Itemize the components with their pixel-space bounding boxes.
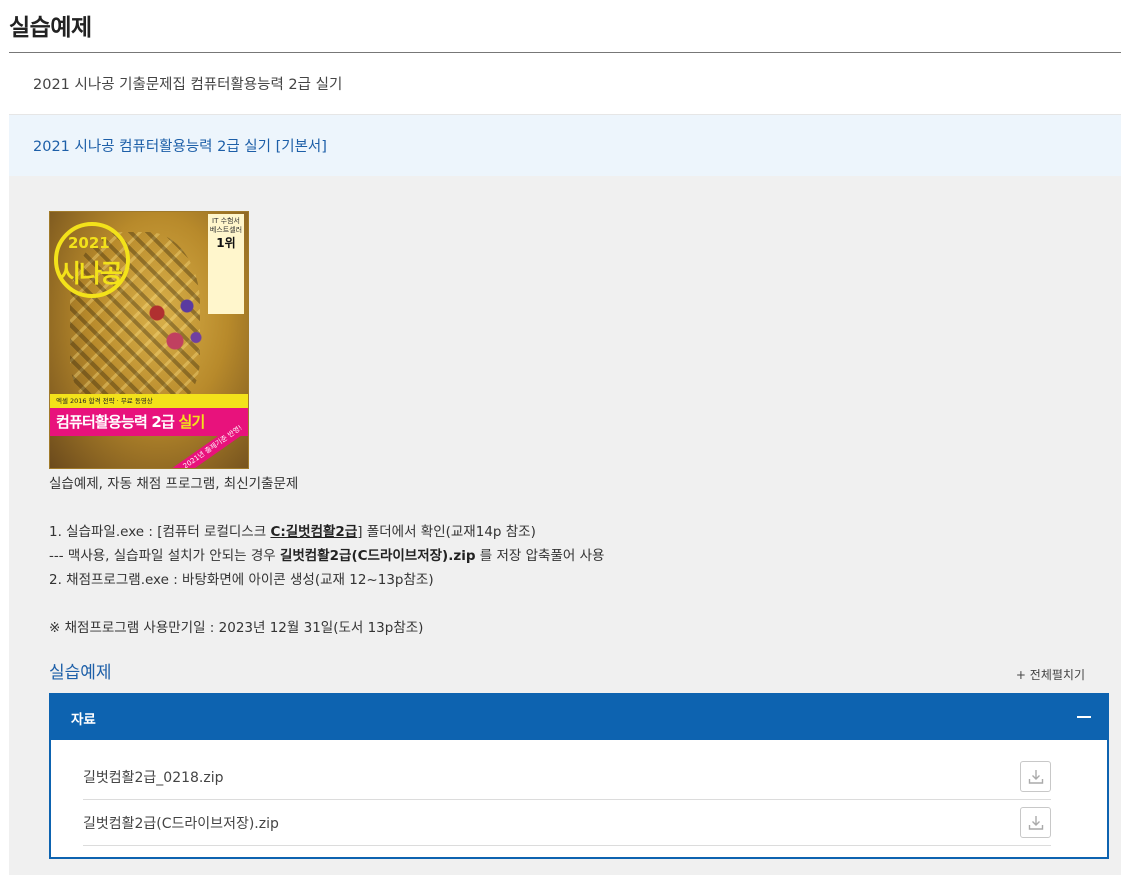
cover-logo-brand: 시나공 <box>58 259 123 288</box>
item1-path: C:길벗컴활2급 <box>270 524 358 540</box>
badge-line2: 베스트셀러 <box>209 225 243 234</box>
section-title: 실습예제 <box>49 663 112 683</box>
accordion-body: 길벗컴활2급_0218.zip 길벗컴활2급(C드라이브저장).zip <box>51 740 1107 846</box>
file-name[interactable]: 길벗컴활2급_0218.zip <box>83 767 224 787</box>
item1-prefix: 1. 실습파일.exe : [컴퓨터 로컬디스크 <box>49 524 271 540</box>
accordion-header-label: 자료 <box>71 711 96 728</box>
description-notice: ※ 채점프로그램 사용만기일 : 2023년 12월 31일(도서 13p참조) <box>49 620 424 636</box>
description: 실습예제, 자동 채점 프로그램, 최신기출문제 1. 실습파일.exe : [… <box>49 472 949 640</box>
item1-note-file: 길벗컴활2급(C드라이브저장).zip <box>279 548 476 564</box>
cover-logo-year: 2021 <box>68 234 110 252</box>
cover-flower-pattern <box>145 292 205 362</box>
item1-suffix: ] 폴더에서 확인(교재14p 참조) <box>357 524 536 540</box>
cover-bestseller-badge: IT 수험서 베스트셀러 1위 <box>208 214 244 314</box>
expand-all-button[interactable]: + 전체펼치기 <box>1016 666 1085 683</box>
description-item1-note: --- 맥사용, 실습파일 설치가 안되는 경우 길벗컴활2급(C드라이브저장)… <box>49 544 949 568</box>
badge-rank: 1위 <box>216 235 236 250</box>
accordion-header[interactable]: 자료 <box>51 695 1107 740</box>
item1-note-prefix: --- 맥사용, 실습파일 설치가 안되는 경우 <box>49 548 280 564</box>
description-item1: 1. 실습파일.exe : [컴퓨터 로컬디스크 C:길벗컴활2급] 폴더에서 … <box>49 520 949 544</box>
description-summary: 실습예제, 자동 채점 프로그램, 최신기출문제 <box>49 476 299 492</box>
content-panel: 2021 시나공 IT 수험서 베스트셀러 1위 엑셀 2016 합격 전략 ·… <box>9 176 1121 875</box>
materials-accordion: 자료 길벗컴활2급_0218.zip 길벗컴활2급(C드라이브저장).zip <box>49 693 1109 859</box>
cover-strip-top: 엑셀 2016 합격 전략 · 무료 동영상 <box>50 394 248 408</box>
item1-note-suffix: 를 저장 압축풀어 사용 <box>475 548 605 564</box>
cover-main-title-prefix: 컴퓨터활용능력 2급 <box>56 413 179 431</box>
badge-line1: IT 수험서 <box>212 217 240 225</box>
download-button[interactable] <box>1020 761 1051 792</box>
book-item-selected[interactable]: 2021 시나공 컴퓨터활용능력 2급 실기 [기본서] <box>9 115 1121 176</box>
book-cover-image: 2021 시나공 IT 수험서 베스트셀러 1위 엑셀 2016 합격 전략 ·… <box>49 211 249 469</box>
file-name[interactable]: 길벗컴활2급(C드라이브저장).zip <box>83 813 279 833</box>
file-row: 길벗컴활2급(C드라이브저장).zip <box>83 800 1051 846</box>
book-title-row[interactable]: 2021 시나공 기출문제집 컴퓨터활용능력 2급 실기 <box>9 53 1121 115</box>
book-item-label: 2021 시나공 컴퓨터활용능력 2급 실기 [기본서] <box>33 139 327 155</box>
download-icon <box>1028 769 1043 784</box>
page-title: 실습예제 <box>9 15 92 41</box>
book-title: 2021 시나공 기출문제집 컴퓨터활용능력 2급 실기 <box>33 77 343 93</box>
file-row: 길벗컴활2급_0218.zip <box>83 754 1051 800</box>
collapse-icon[interactable] <box>1077 716 1091 718</box>
download-button[interactable] <box>1020 807 1051 838</box>
cover-main-title: 컴퓨터활용능력 2급 실기 <box>50 408 248 436</box>
download-icon <box>1028 815 1043 830</box>
cover-main-title-highlight: 실기 <box>178 413 205 431</box>
description-item2: 2. 채점프로그램.exe : 바탕화면에 아이콘 생성(교재 12~13p참조… <box>49 572 434 588</box>
